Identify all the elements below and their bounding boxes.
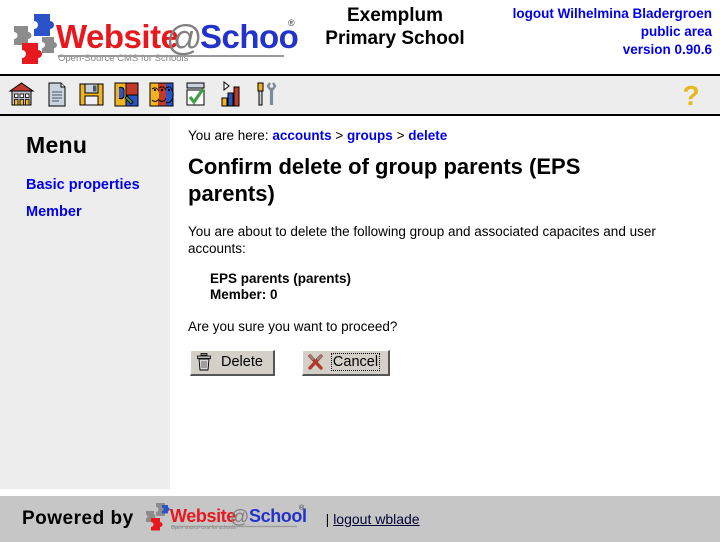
breadcrumb-separator-2: > xyxy=(396,128,405,143)
tools-icon[interactable] xyxy=(251,79,282,110)
svg-text:Website: Website xyxy=(170,506,236,526)
school-name-line1: Exemplum xyxy=(346,5,444,26)
app-window: Website @ School ® Open-Source CMS for S… xyxy=(0,0,720,542)
breadcrumb: You are here: accounts > groups > delete xyxy=(188,128,710,143)
sidebar-item-basic-properties[interactable]: Basic properties xyxy=(26,177,170,193)
delete-warning-text: You are about to delete the following gr… xyxy=(188,224,656,256)
cancel-cross-icon xyxy=(308,353,324,371)
footer-logout-link[interactable]: logout wblade xyxy=(333,511,419,527)
action-buttons: Delete Cancel xyxy=(190,350,710,376)
sidebar-menu: Basic properties Member xyxy=(26,177,170,220)
tasks-icon[interactable] xyxy=(181,79,212,110)
sidebar-title: Menu xyxy=(26,132,88,158)
accounts-icon[interactable] xyxy=(146,79,177,110)
footer-separator: | xyxy=(325,511,330,527)
footer-logout: | logout wblade xyxy=(326,511,420,527)
page-title: Confirm delete of group parents (EPS par… xyxy=(188,154,581,206)
breadcrumb-separator-1: > xyxy=(335,128,344,143)
svg-text:?: ? xyxy=(682,80,699,110)
breadcrumb-item-accounts[interactable]: accounts xyxy=(272,128,331,143)
svg-text:Website: Website xyxy=(56,18,179,55)
sidebar: Menu Basic properties Member xyxy=(0,116,170,489)
help-icon[interactable]: ? xyxy=(676,80,706,111)
logout-user-link[interactable]: logout Wilhelmina Bladergroen xyxy=(513,5,712,23)
home-icon[interactable] xyxy=(6,79,37,110)
breadcrumb-prefix: You are here: xyxy=(188,128,269,143)
svg-text:®: ® xyxy=(299,504,305,512)
group-details: EPS parents (parents) Member: 0 xyxy=(210,271,710,303)
school-name-line2: Primary School xyxy=(325,28,465,49)
powered-by-label: Powered by xyxy=(22,508,134,529)
cancel-button[interactable]: Cancel xyxy=(301,350,391,376)
page-header: Website @ School ® Open-Source CMS for S… xyxy=(0,0,720,74)
svg-text:School: School xyxy=(249,506,307,526)
svg-text:School: School xyxy=(200,18,298,55)
footer-website-at-school-logo: Website @ School ® Open source cms for s… xyxy=(142,501,310,540)
save-icon[interactable] xyxy=(76,79,107,110)
account-info: logout Wilhelmina Bladergroen public are… xyxy=(513,5,712,59)
modules-icon[interactable] xyxy=(111,79,142,110)
main-content: You are here: accounts > groups > delete… xyxy=(170,116,720,489)
toolbar-icon-group xyxy=(6,79,282,110)
page-icon[interactable] xyxy=(41,79,72,110)
confirm-question: Are you sure you want to proceed? xyxy=(188,319,398,334)
version-label: version 0.90.6 xyxy=(622,42,712,57)
svg-text:®: ® xyxy=(288,18,295,28)
breadcrumb-item-delete[interactable]: delete xyxy=(408,128,447,143)
current-area-label: public area xyxy=(640,24,712,39)
trash-icon xyxy=(196,353,212,371)
cancel-button-label: Cancel xyxy=(330,353,381,371)
statistics-icon[interactable] xyxy=(216,79,247,110)
group-details-name: EPS parents (parents) xyxy=(210,271,352,286)
page-footer: Powered by Website @ School ® Open sourc… xyxy=(0,496,720,542)
school-name: Exemplum Primary School xyxy=(300,4,490,50)
main-toolbar: ? xyxy=(0,74,720,116)
breadcrumb-item-groups[interactable]: groups xyxy=(347,128,393,143)
logout-user-anchor[interactable]: logout Wilhelmina Bladergroen xyxy=(513,6,712,21)
sidebar-item-member[interactable]: Member xyxy=(26,204,170,220)
svg-text:@: @ xyxy=(166,17,203,58)
svg-text:Open-Source CMS for Schools: Open-Source CMS for Schools xyxy=(58,53,189,64)
delete-button[interactable]: Delete xyxy=(190,350,275,376)
page-body: Menu Basic properties Member You are her… xyxy=(0,116,720,500)
website-at-school-logo: Website @ School ® Open-Source CMS for S… xyxy=(8,10,298,66)
delete-button-label: Delete xyxy=(221,354,263,370)
group-details-member-count: Member: 0 xyxy=(210,287,278,302)
